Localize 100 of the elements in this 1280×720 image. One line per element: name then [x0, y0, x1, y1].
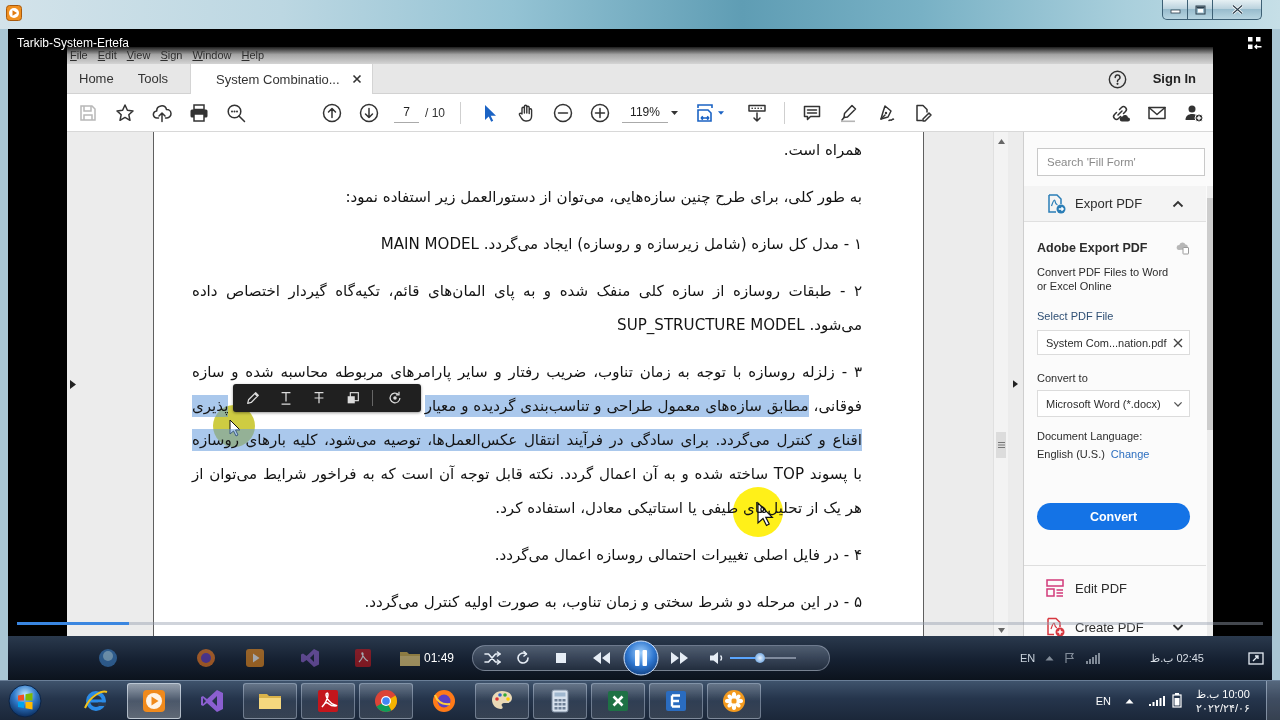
show-desktop-button[interactable] [1266, 681, 1280, 720]
caret-right-icon[interactable] [1013, 380, 1018, 388]
ribbon-icon [300, 648, 320, 668]
taskbar-button[interactable] [127, 682, 181, 719]
scrollbar[interactable] [993, 132, 1008, 636]
taskbar-button[interactable] [533, 682, 587, 719]
export-pdf-header[interactable]: Export PDF [1024, 186, 1206, 222]
caret-icon[interactable] [718, 110, 724, 115]
caret-right-icon[interactable] [70, 379, 76, 389]
tool-item[interactable]: Create PDF [1024, 612, 1206, 636]
grid-arrow-icon[interactable] [1247, 36, 1262, 50]
cloud-document-icon[interactable] [1176, 241, 1190, 255]
help-icon[interactable] [1107, 70, 1127, 89]
stop-icon[interactable] [555, 652, 567, 664]
tab[interactable]: System Combinatio... [190, 64, 373, 94]
start-orb-icon[interactable] [8, 683, 42, 718]
menu-item[interactable]: Window [192, 49, 232, 62]
clear-icon[interactable] [1173, 337, 1183, 348]
format-dropdown[interactable]: Microsoft Word (*.docx) [1037, 390, 1190, 417]
menu-item[interactable]: Help [241, 49, 265, 62]
previous-icon[interactable] [591, 651, 611, 665]
language-value: English (U.S.) [1037, 447, 1105, 461]
layout-edit-icon [1045, 578, 1065, 598]
orb-icon [98, 648, 118, 668]
chevron-up-icon [1045, 655, 1055, 661]
menu-item[interactable]: Sign [160, 49, 183, 62]
volume-slider[interactable] [730, 653, 796, 663]
battery-icon[interactable] [1172, 693, 1182, 708]
taskbar-button[interactable] [243, 682, 297, 719]
menu-item[interactable]: File [70, 49, 88, 62]
grip-icon [997, 442, 1005, 448]
pencil-icon[interactable] [245, 390, 261, 406]
scrollbar[interactable] [1207, 186, 1213, 636]
clock-time: 02:45 ب.ظ [1150, 651, 1204, 665]
zoom-field[interactable]: 119% [622, 102, 668, 123]
tab[interactable]: Home [67, 64, 126, 93]
scrollbar-thumb[interactable] [996, 432, 1006, 458]
zoom-out-icon[interactable] [552, 102, 573, 123]
taskbar-button[interactable] [301, 682, 355, 719]
menu-item[interactable]: View [126, 49, 151, 62]
scroll-down-icon[interactable] [997, 628, 1005, 633]
printer-icon[interactable] [188, 102, 209, 123]
selected-text: اقناع و کنترل می‌گردد. برای سادگی در فرآیند انتقال عکس‌العمل‌ها، توصیه می‌شود، کلیه بارهای روسازه [192, 429, 862, 451]
description-text: Convert PDF Files to Word or Excel Online [1037, 265, 1170, 293]
scroll-up-icon[interactable] [997, 139, 1005, 144]
zoom-in-icon[interactable] [589, 102, 610, 123]
minimize-button[interactable] [1162, 0, 1188, 20]
fullscreen-icon[interactable] [1248, 651, 1264, 665]
slider-thumb[interactable] [755, 653, 766, 663]
close-button[interactable] [1213, 0, 1262, 20]
scrollbar-thumb[interactable] [1207, 198, 1213, 430]
text-line: ۳ - زلزله روسازه با توجه به زمان تناوب، ضریب رفتار و سایر پارامرهای مربوطه محاسبه شده و سازه [192, 362, 862, 383]
next-icon[interactable] [670, 651, 690, 665]
taskbar-button[interactable] [649, 682, 703, 719]
pause-icon[interactable] [623, 640, 659, 676]
tab[interactable]: Tools [125, 64, 181, 93]
highlighter-icon[interactable] [838, 102, 859, 123]
text-line: ۴ - در فایل اصلی تغییرات احتمالی روسازه اعمال می‌گردد. [493, 545, 862, 566]
flag-icon [1064, 652, 1077, 664]
repeat-icon[interactable] [515, 650, 531, 666]
sign-in-link[interactable]: Sign In [1152, 71, 1196, 86]
text-line: به طور کلی، برای طرح چنین سازه‌هایی، می‌توان از دستورالعمل زیر استفاده نمود: [344, 187, 862, 208]
arrow-up-circle-icon[interactable] [321, 102, 342, 123]
flame-globe-icon [196, 648, 216, 668]
taskbar-button[interactable] [707, 682, 761, 719]
text-line: ۱ - مدل کل سازه (شامل زیرسازه و روسازه) ایجاد می‌گردد. MAIN MODEL [379, 234, 862, 255]
refresh-icon[interactable] [387, 390, 403, 406]
seek-bar[interactable] [17, 622, 1263, 625]
page-number-field[interactable]: 7 [394, 102, 419, 123]
chevron-down-icon[interactable] [1173, 399, 1183, 408]
cloud-upload-icon[interactable] [151, 102, 172, 123]
search-field[interactable]: Search 'Fill Form' [1037, 148, 1205, 176]
shuffle-icon[interactable] [484, 651, 502, 665]
scroll-mode-icon[interactable] [746, 102, 767, 123]
menu-item[interactable]: Edit [97, 49, 117, 62]
selected-text: مطابق سازه‌های معمول طراحی و تناسب‌بندی گردیده و معیار [424, 395, 809, 417]
chevron-up-icon[interactable] [1172, 198, 1184, 209]
taskbar-button[interactable] [359, 682, 413, 719]
text-line: با پسوند TOP ساخته شده و به آن اعمال گردد. نکته قابل توجه آن است که به فراخور شرایط می‌توان از [192, 464, 862, 485]
volume-icon[interactable] [709, 651, 725, 665]
field-label: Document Language: [1037, 429, 1144, 443]
arrow-down-circle-icon[interactable] [358, 102, 379, 123]
taskbar-button[interactable] [591, 682, 645, 719]
fit-page-icon[interactable] [695, 102, 715, 123]
document-export-icon [1046, 193, 1066, 214]
copy-icon[interactable] [345, 390, 361, 406]
caret-icon[interactable] [671, 110, 678, 115]
tool-item[interactable]: Edit PDF [1024, 573, 1206, 603]
file-field[interactable]: System Com...nation.pdf [1037, 330, 1190, 355]
taskbar-button[interactable] [475, 682, 529, 719]
signal-icon[interactable] [1149, 695, 1165, 706]
chevron-up-icon[interactable] [1125, 697, 1134, 704]
maximize-button[interactable] [1188, 0, 1213, 20]
close-icon[interactable] [351, 74, 362, 84]
change-link[interactable]: Change [1110, 447, 1150, 461]
chevron-down-icon[interactable] [1172, 622, 1184, 632]
search-icon[interactable] [225, 102, 246, 123]
convert-button[interactable]: Convert [1037, 503, 1190, 530]
play-tile-icon [6, 5, 22, 21]
star-icon[interactable] [114, 102, 135, 123]
